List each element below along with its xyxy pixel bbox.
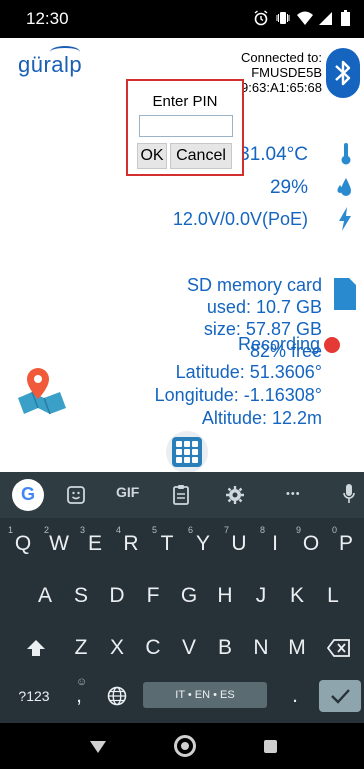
recent-apps-icon[interactable] (264, 740, 277, 753)
temperature-value: 31.04°C (239, 144, 308, 165)
key-h[interactable]: H (207, 572, 243, 620)
key-b[interactable]: B (207, 624, 243, 672)
globe-icon (107, 686, 127, 706)
backspace-key[interactable] (318, 624, 360, 672)
back-icon[interactable] (90, 741, 106, 753)
sticker-icon[interactable] (66, 485, 86, 505)
pin-dialog: Enter PIN OK Cancel (126, 79, 244, 176)
key-v[interactable]: V (171, 624, 207, 672)
bluetooth-icon (335, 60, 351, 86)
enter-key[interactable] (319, 680, 361, 712)
key-s[interactable]: S (63, 572, 99, 620)
key-row-3: Z X C V B N M (0, 624, 364, 672)
space-key[interactable]: IT • EN • ES (143, 682, 267, 708)
sd-title: SD memory card (186, 275, 322, 295)
power-value: 12.0V/0.0V(PoE) (172, 209, 308, 229)
comma-key[interactable]: ☺ , (64, 672, 94, 720)
recording-dot-icon (324, 337, 340, 353)
longitude-value: Longitude: -1.16308° (154, 385, 322, 405)
grid-icon (172, 437, 202, 467)
signal-icon (319, 10, 335, 26)
key-t[interactable]: 5T (149, 520, 185, 568)
key-row-1: 1Q 2W 3E 4R 5T 6Y 7U 8I 9O 0P (0, 520, 364, 568)
home-icon[interactable] (174, 735, 196, 757)
backspace-icon (326, 639, 350, 657)
lightning-icon (339, 207, 351, 231)
sd-card-icon (334, 278, 356, 310)
google-button[interactable]: G (12, 479, 44, 511)
status-bar: 12:30 (0, 0, 364, 38)
key-d[interactable]: D (99, 572, 135, 620)
humidity-icon (337, 178, 351, 196)
connected-label: Connected to: (241, 50, 322, 65)
key-o[interactable]: 9O (293, 520, 329, 568)
bluetooth-button[interactable] (326, 48, 360, 98)
latitude-value: Latitude: 51.3606° (175, 362, 322, 382)
key-c[interactable]: C (135, 624, 171, 672)
key-y[interactable]: 6Y (185, 520, 221, 568)
thermometer-icon (341, 143, 351, 165)
status-icons (253, 10, 350, 26)
microphone-icon[interactable] (343, 483, 355, 505)
vibrate-icon (275, 10, 291, 26)
shift-key[interactable] (16, 624, 56, 672)
status-time: 12:30 (26, 9, 69, 28)
sd-used: used: 10.7 GB (206, 297, 322, 317)
map-pin-icon[interactable] (16, 364, 68, 416)
wifi-icon (297, 10, 313, 26)
settings-gear-icon[interactable] (225, 485, 245, 505)
symbols-key[interactable]: ?123 (8, 672, 60, 720)
app-screen: güralp Connected to: FMUSDE5B 9:63:A1:65… (0, 38, 364, 472)
pin-input[interactable] (139, 115, 233, 137)
navigation-bar (0, 723, 364, 769)
key-l[interactable]: L (315, 572, 351, 620)
gif-button[interactable]: GIF (116, 484, 139, 500)
apps-grid-button[interactable] (166, 431, 208, 473)
keyboard: G GIF ••• 1Q 2W 3E 4R 5T 6Y 7U 8I 9O 0P … (0, 472, 364, 723)
device-name: FMUSDE5B (251, 65, 322, 80)
humidity-value: 29% (269, 177, 308, 198)
pin-dialog-title: Enter PIN (152, 93, 218, 110)
key-r[interactable]: 4R (113, 520, 149, 568)
connection-info: Connected to: FMUSDE5B 9:63:A1:65:68 (241, 50, 322, 95)
clipboard-icon[interactable] (172, 484, 190, 506)
battery-icon (341, 10, 350, 26)
key-j[interactable]: J (243, 572, 279, 620)
key-a[interactable]: A (27, 572, 63, 620)
language-key[interactable] (100, 672, 134, 720)
key-n[interactable]: N (243, 624, 279, 672)
google-icon: G (20, 484, 35, 504)
key-g[interactable]: G (171, 572, 207, 620)
logo-arc-icon (50, 46, 80, 58)
device-address: 9:63:A1:65:68 (241, 80, 322, 95)
altitude-value: Altitude: 12.2m (201, 408, 322, 428)
key-k[interactable]: K (279, 572, 315, 620)
recording-label: Recording (237, 334, 320, 354)
key-m[interactable]: M (279, 624, 315, 672)
key-q[interactable]: 1Q (5, 520, 41, 568)
more-button[interactable]: ••• (286, 488, 301, 500)
key-w[interactable]: 2W (41, 520, 77, 568)
key-x[interactable]: X (99, 624, 135, 672)
key-row-2: A S D F G H J K L (0, 572, 364, 620)
key-f[interactable]: F (135, 572, 171, 620)
ok-button[interactable]: OK (137, 143, 167, 169)
cancel-button[interactable]: Cancel (170, 143, 232, 169)
key-u[interactable]: 7U (221, 520, 257, 568)
keyboard-toolbar: G GIF ••• (0, 472, 364, 518)
key-row-4: ?123 ☺ , IT • EN • ES . (0, 672, 364, 720)
key-p[interactable]: 0P (329, 520, 363, 568)
shift-icon (27, 640, 45, 656)
key-i[interactable]: 8I (257, 520, 293, 568)
period-key[interactable]: . (280, 672, 310, 720)
key-e[interactable]: 3E (77, 520, 113, 568)
checkmark-icon (331, 689, 350, 704)
emoji-hint-icon: ☺ (76, 676, 88, 688)
alarm-icon (253, 10, 269, 26)
